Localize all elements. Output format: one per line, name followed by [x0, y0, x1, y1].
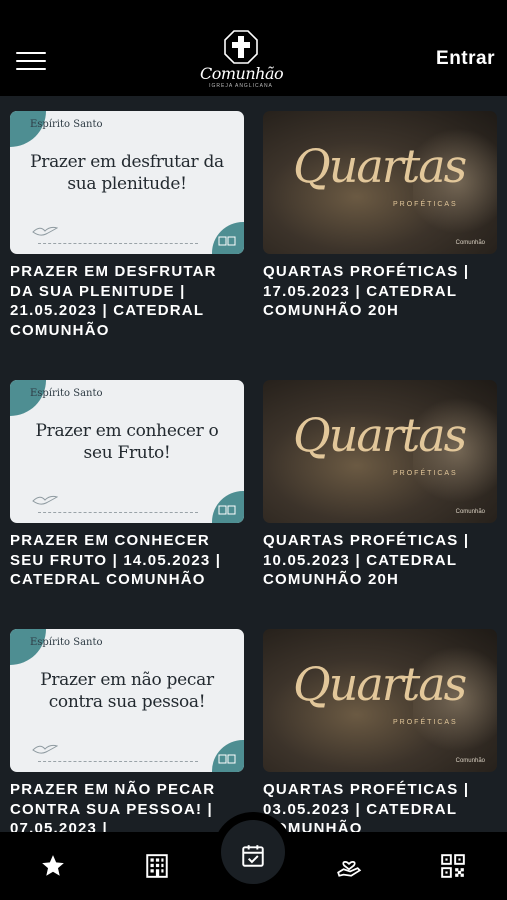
dove-icon — [32, 495, 58, 505]
sermon-thumbnail[interactable]: Espírito Santo Prazer em conhecer o seu … — [10, 380, 244, 523]
thumbnail-brand: Comunhão — [455, 758, 485, 764]
thumbnail-headline: Prazer em desfrutar da sua plenitude! — [30, 152, 224, 194]
thumbnail-brand: Comunhão — [455, 509, 485, 515]
calendar-check-icon — [242, 845, 264, 867]
qr-code-icon — [441, 854, 465, 878]
donate-hand-icon — [337, 861, 362, 877]
dove-icon — [32, 744, 58, 754]
sermon-card[interactable]: Espírito Santo Prazer em desfrutar da su… — [10, 111, 244, 340]
sermon-title[interactable]: PRAZER EM CONHECER SEU FRUTO | 14.05.202… — [10, 531, 244, 590]
bottom-tab-bar — [0, 812, 507, 900]
hamburger-menu-icon[interactable] — [16, 52, 46, 72]
thumbnail-subtitle: PROFÉTICAS — [393, 201, 458, 208]
tab-events[interactable] — [233, 836, 273, 876]
sermon-card[interactable]: Quartas PROFÉTICAS Comunhão QUARTAS PROF… — [263, 629, 497, 832]
tab-qr-code[interactable] — [433, 846, 473, 886]
logo-wordmark: Comunhão — [200, 64, 284, 83]
thumbnail-headline: Prazer em conhecer o seu Fruto! — [35, 421, 219, 463]
sermon-card[interactable]: Espírito Santo Prazer em conhecer o seu … — [10, 380, 244, 590]
sermon-title[interactable]: QUARTAS PROFÉTICAS | 03.05.2023 | CATEDR… — [263, 780, 497, 832]
tab-favorites[interactable] — [33, 846, 73, 886]
cross-logo-icon — [224, 30, 258, 64]
sermon-card[interactable]: Espírito Santo Prazer em não pecar contr… — [10, 629, 244, 832]
login-button[interactable]: Entrar — [436, 48, 495, 70]
church-mark-icon — [218, 236, 236, 246]
dove-icon — [32, 226, 58, 236]
sermon-thumbnail[interactable]: Quartas PROFÉTICAS Comunhão — [263, 380, 497, 523]
sermon-thumbnail[interactable]: Quartas PROFÉTICAS Comunhão — [263, 629, 497, 772]
sermon-card[interactable]: Quartas PROFÉTICAS Comunhão QUARTAS PROF… — [263, 380, 497, 590]
thumbnail-title: Quartas — [293, 408, 467, 462]
church-mark-icon — [218, 754, 236, 764]
thumbnail-brand: Comunhão — [455, 240, 485, 246]
thumbnail-subtitle: PROFÉTICAS — [393, 719, 458, 726]
thumbnail-series-tag: Espírito Santo — [30, 637, 103, 648]
sermon-grid: Espírito Santo Prazer em desfrutar da su… — [0, 96, 507, 832]
tab-donate[interactable] — [329, 846, 369, 886]
sermon-thumbnail[interactable]: Quartas PROFÉTICAS Comunhão — [263, 111, 497, 254]
sermon-thumbnail[interactable]: Espírito Santo Prazer em desfrutar da su… — [10, 111, 244, 254]
sermon-title[interactable]: PRAZER EM NÃO PECAR CONTRA SUA PESSOA! |… — [10, 780, 244, 832]
thumbnail-series-tag: Espírito Santo — [30, 388, 103, 399]
sermon-card[interactable]: Quartas PROFÉTICAS Comunhão QUARTAS PROF… — [263, 111, 497, 321]
building-icon — [146, 854, 168, 878]
top-bar: Comunhão IGREJA ANGLICANA Entrar — [0, 0, 507, 96]
sermon-title[interactable]: QUARTAS PROFÉTICAS | 17.05.2023 | CATEDR… — [263, 262, 497, 321]
thumbnail-series-tag: Espírito Santo — [30, 119, 103, 130]
sermon-thumbnail[interactable]: Espírito Santo Prazer em não pecar contr… — [10, 629, 244, 772]
logo-subtitle: IGREJA ANGLICANA — [209, 83, 273, 89]
thumbnail-subtitle: PROFÉTICAS — [393, 470, 458, 477]
tab-church[interactable] — [137, 846, 177, 886]
church-logo[interactable]: Comunhão IGREJA ANGLICANA — [200, 30, 284, 90]
thumbnail-headline: Prazer em não pecar contra sua pessoa! — [40, 670, 214, 712]
church-mark-icon — [218, 505, 236, 515]
sermon-title[interactable]: QUARTAS PROFÉTICAS | 10.05.2023 | CATEDR… — [263, 531, 497, 590]
sermon-title[interactable]: PRAZER EM DESFRUTAR DA SUA PLENITUDE | 2… — [10, 262, 244, 340]
thumbnail-title: Quartas — [293, 657, 467, 711]
thumbnail-title: Quartas — [293, 139, 467, 193]
star-icon — [42, 855, 64, 876]
